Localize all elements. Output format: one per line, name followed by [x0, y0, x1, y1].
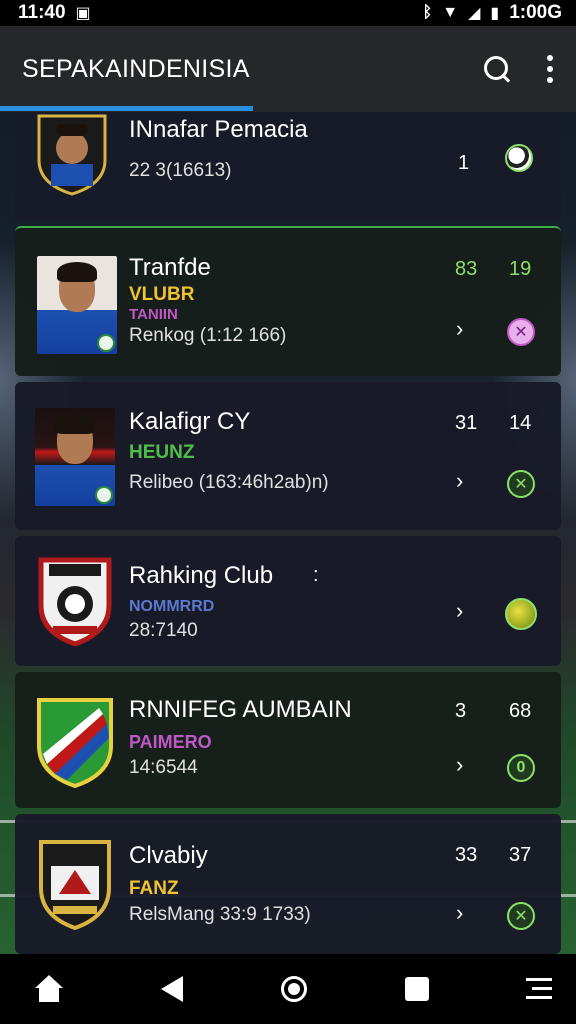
chevron-right-icon[interactable]: ›: [456, 752, 463, 778]
club-name: Rahking Club: [129, 562, 274, 589]
battery-text: 1:00G: [509, 2, 562, 23]
back-icon[interactable]: [155, 972, 189, 1006]
stat-value: 19: [509, 258, 532, 280]
list-item[interactable]: INnafar Pemacia 22 3(16613) 1: [15, 112, 561, 220]
club-name: Tranfde: [129, 254, 211, 281]
club-sub: NOMMRRD: [129, 598, 215, 615]
stat-value: 68: [509, 700, 532, 722]
wifi-icon: ▼: [442, 4, 459, 21]
search-icon[interactable]: [482, 54, 512, 84]
club-name: Clvabiy: [129, 842, 208, 869]
club-crest-icon: [38, 557, 112, 646]
stat-value: :: [313, 564, 319, 586]
club-crest-icon: [37, 114, 107, 196]
close-circle-icon[interactable]: ✕: [507, 902, 535, 930]
club-crest-icon: [39, 840, 111, 930]
club-meta: Renkog (1:12 166): [129, 325, 287, 346]
app-bar: SEPAKAINDENISIA: [0, 26, 576, 112]
chevron-right-icon[interactable]: ›: [456, 316, 463, 342]
club-meta: 28:7140: [129, 620, 198, 641]
player-photo: [37, 256, 117, 354]
club-crest-icon: [37, 698, 113, 788]
home-icon[interactable]: [32, 972, 66, 1006]
club-sub: VLUBR: [129, 284, 195, 305]
stat-value: 33: [455, 844, 478, 866]
club-sub: PAIMERO: [129, 732, 212, 752]
ball-icon[interactable]: [505, 598, 537, 630]
close-circle-icon[interactable]: ✕: [507, 470, 535, 498]
stat-value: 1: [458, 152, 470, 174]
club-sub: HEUNZ: [129, 442, 195, 463]
tab-indicator: [0, 106, 253, 111]
app-title: SEPAKAINDENISIA: [22, 54, 250, 83]
battery-icon: ▮: [490, 5, 500, 22]
chevron-right-icon[interactable]: ›: [456, 900, 463, 926]
list-item[interactable]: Kalafigr CY HEUNZ Relibeo (163:46h2ab)n)…: [15, 382, 561, 530]
system-nav-bar: [0, 954, 576, 1024]
close-circle-icon[interactable]: ✕: [507, 318, 535, 346]
club-sub2: TANIIN: [129, 306, 178, 323]
signal-icon: ◢: [468, 5, 481, 22]
stat-value: 83: [455, 258, 478, 280]
club-list: INnafar Pemacia 22 3(16613) 1 Tranfde VL…: [0, 112, 576, 954]
status-time: 11:40: [18, 2, 66, 23]
stat-value: 37: [509, 844, 532, 866]
circle-icon[interactable]: 0: [507, 754, 535, 782]
club-name: INnafar Pemacia: [129, 116, 308, 143]
club-meta: 14:6544: [129, 757, 198, 778]
club-sub: FANZ: [129, 878, 179, 899]
status-bar: 11:40 ▣ ᛒ ▼ ◢ ▮ 1:00G: [0, 0, 576, 26]
list-item[interactable]: Rahking Club NOMMRRD 28:7140 : ›: [15, 536, 561, 666]
club-name: RNNIFEG AUMBAIN: [129, 696, 352, 723]
stat-value: 31: [455, 412, 478, 434]
more-options-icon[interactable]: [546, 55, 554, 83]
notification-icon: ▣: [75, 5, 91, 22]
club-meta: 22 3(16613): [129, 160, 232, 181]
vibrate-icon: ᛒ: [422, 4, 433, 21]
stat-value: 3: [455, 700, 467, 722]
club-meta: Relibeo (163:46h2ab)n): [129, 472, 329, 493]
club-name: Kalafigr CY: [129, 408, 251, 435]
home-circle-icon[interactable]: [277, 972, 311, 1006]
club-meta: RelsMang 33:9 1733): [129, 904, 311, 925]
list-item[interactable]: RNNIFEG AUMBAIN PAIMERO 14:6544 3 68 › 0: [15, 672, 561, 808]
chevron-right-icon[interactable]: ›: [456, 468, 463, 494]
soccer-ball-icon[interactable]: [505, 144, 533, 172]
player-photo: [35, 408, 115, 506]
recents-icon[interactable]: [400, 972, 434, 1006]
chevron-right-icon[interactable]: ›: [456, 598, 463, 624]
stat-value: 14: [509, 412, 532, 434]
list-item[interactable]: Tranfde VLUBR TANIIN Renkog (1:12 166) 8…: [15, 226, 561, 376]
list-item[interactable]: Clvabiy FANZ RelsMang 33:9 1733) 33 37 ›…: [15, 814, 561, 954]
menu-icon[interactable]: [522, 972, 556, 1006]
